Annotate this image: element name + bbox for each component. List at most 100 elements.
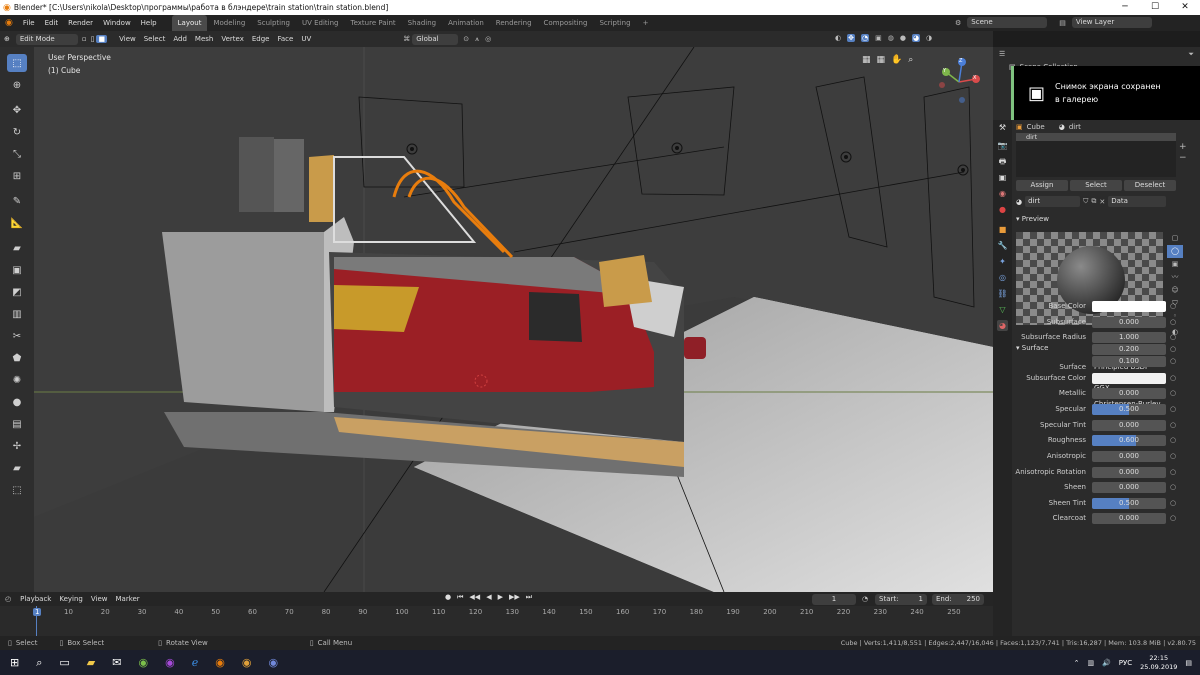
material-slot-list[interactable]: dirt — [1016, 133, 1176, 177]
poly-build-tool-icon[interactable]: ⬟ — [7, 349, 27, 367]
transform-orientation-selector[interactable]: Global — [412, 33, 459, 45]
record-icon[interactable]: ● — [445, 593, 451, 602]
tab-scripting[interactable]: Scripting — [593, 15, 636, 31]
preview-section-header[interactable]: ▾ Preview — [1012, 213, 1200, 226]
socket-link-icon[interactable]: ○ — [1170, 302, 1178, 310]
loop-cut-tool-icon[interactable]: ▥ — [7, 305, 27, 323]
edge-browser-icon[interactable]: ℯ — [192, 656, 199, 669]
scene-tab-icon[interactable]: ◉ — [997, 188, 1008, 199]
select-box-tool-icon[interactable]: ⬚ — [7, 54, 27, 72]
tool-tab-icon[interactable]: ⚒ — [997, 122, 1008, 133]
socket-link-icon[interactable]: ○ — [1170, 389, 1178, 397]
task-view-icon[interactable]: ▭ — [59, 656, 69, 669]
smooth-tool-icon[interactable]: ● — [7, 393, 27, 411]
navigation-gizmo[interactable]: X Y Z — [934, 57, 984, 107]
pivot-icon[interactable]: ⊙ — [460, 35, 472, 43]
select-button[interactable]: Select — [1070, 180, 1122, 191]
shading-material-icon[interactable]: ◕ — [911, 34, 921, 42]
socket-link-icon[interactable]: ○ — [1170, 357, 1178, 365]
material-slot-item[interactable]: dirt — [1016, 133, 1176, 141]
remove-slot-icon[interactable]: − — [1179, 153, 1187, 164]
measure-tool-icon[interactable]: 📐 — [7, 214, 27, 232]
modifiers-tab-icon[interactable]: 🔧 — [997, 240, 1008, 251]
shear-tool-icon[interactable]: ▰ — [7, 459, 27, 477]
bsdf-value-field[interactable]: 0.000 — [1092, 419, 1166, 431]
socket-link-icon[interactable]: ○ — [1170, 483, 1178, 491]
world-tab-icon[interactable]: ● — [997, 204, 1008, 215]
tab-shading[interactable]: Shading — [402, 15, 442, 31]
cursor-tool-icon[interactable]: ⊕ — [7, 76, 27, 94]
material-name-field[interactable]: dirt — [1025, 196, 1081, 207]
tab-layout[interactable]: Layout — [171, 15, 208, 31]
xray-toggle-icon[interactable]: ▣ — [875, 34, 882, 42]
menu-file[interactable]: File — [18, 15, 40, 31]
screenshot-toast[interactable]: ▣ Снимок экрана сохранен в галерею — [1011, 66, 1200, 120]
bsdf-value-field[interactable]: 0.000 — [1092, 450, 1166, 462]
tray-chevron-icon[interactable]: ⌃ — [1074, 659, 1080, 667]
shading-rendered-icon[interactable]: ◑ — [926, 34, 932, 42]
tab-animation[interactable]: Animation — [442, 15, 490, 31]
timeline-ruler[interactable]: 1 10 20 30 40 50 60 70 80 90 100 110 120 130 140 150 160… — [0, 606, 993, 636]
physics-tab-icon[interactable]: ◎ — [997, 272, 1008, 283]
shrink-fatten-tool-icon[interactable]: ✢ — [7, 437, 27, 455]
bsdf-value-field[interactable]: 0.000 — [1092, 481, 1166, 493]
shading-wireframe-icon[interactable]: ◍ — [888, 34, 894, 42]
current-frame-field[interactable]: 1 — [812, 593, 856, 605]
play-reverse-icon[interactable]: ◀ — [486, 593, 491, 602]
material-tab-icon[interactable]: ◕ — [997, 320, 1008, 331]
menu-face[interactable]: Face — [273, 31, 297, 47]
volume-icon[interactable]: 🔊 — [1102, 659, 1111, 667]
knife-tool-icon[interactable]: ✂ — [7, 327, 27, 345]
render-tab-icon[interactable]: 📷 — [997, 140, 1008, 151]
search-icon[interactable]: ⌕ — [36, 656, 42, 670]
socket-link-icon[interactable]: ○ — [1170, 436, 1178, 444]
close-button[interactable]: ✕ — [1170, 0, 1200, 15]
assign-button[interactable]: Assign — [1016, 180, 1068, 191]
timeline-menu-playback[interactable]: Playback — [16, 591, 55, 607]
add-workspace-button[interactable]: + — [637, 15, 655, 31]
notifications-icon[interactable]: ▤ — [1185, 659, 1192, 667]
menu-uv[interactable]: UV — [297, 31, 315, 47]
menu-render[interactable]: Render — [63, 15, 98, 31]
socket-link-icon[interactable]: ○ — [1170, 421, 1178, 429]
preview-hair-icon[interactable]: 〰 — [1167, 271, 1183, 284]
shading-solid-icon[interactable]: ● — [900, 34, 906, 42]
fake-user-icon[interactable]: ⛉ — [1083, 197, 1088, 206]
start-frame-field[interactable]: Start: 1 — [875, 593, 927, 605]
clock[interactable]: 22:15 25.09.2019 — [1140, 654, 1177, 672]
view-layer-selector[interactable]: View Layer — [1071, 17, 1152, 28]
socket-link-icon[interactable]: ○ — [1170, 405, 1178, 413]
3d-viewport[interactable]: User Perspective (1) Cube ▦ ▦ ✋ ⌕ X Y Z — [34, 47, 993, 592]
timeline-editor-icon[interactable]: ◴ — [0, 595, 16, 603]
proportional-edit-icon[interactable]: ◎ — [482, 35, 494, 43]
view-layer-tab-icon[interactable]: ▣ — [997, 172, 1008, 183]
tab-compositing[interactable]: Compositing — [538, 15, 594, 31]
snap-icon[interactable]: ⩚ — [472, 35, 482, 44]
bsdf-value-field[interactable]: 0.000 — [1092, 316, 1166, 328]
menu-edge[interactable]: Edge — [248, 31, 274, 47]
pan-hand-icon[interactable]: ✋ — [891, 55, 902, 65]
timeline-menu-view[interactable]: View — [87, 591, 112, 607]
utorrent-icon[interactable]: ◉ — [138, 656, 148, 669]
socket-link-icon[interactable]: ○ — [1170, 452, 1178, 460]
bsdf-value-field[interactable] — [1092, 300, 1166, 312]
overlays-toggle-icon[interactable]: ◔ — [860, 34, 870, 42]
chrome-icon[interactable]: ◉ — [242, 656, 252, 669]
menu-select[interactable]: Select — [140, 31, 170, 47]
network-icon[interactable]: ▥ — [1087, 659, 1094, 667]
file-explorer-icon[interactable]: ▰ — [87, 656, 95, 669]
view-object-types-icon[interactable]: ◐ — [835, 34, 841, 42]
tab-texture-paint[interactable]: Texture Paint — [345, 15, 402, 31]
move-tool-icon[interactable]: ✥ — [7, 101, 27, 119]
tab-rendering[interactable]: Rendering — [490, 15, 538, 31]
rip-region-tool-icon[interactable]: ⬚ — [7, 481, 27, 499]
blender-menu-icon[interactable]: ◉ — [0, 18, 18, 28]
bsdf-value-field[interactable] — [1092, 372, 1166, 384]
prev-keyframe-icon[interactable]: ◀◀ — [469, 593, 480, 602]
editor-type-icon[interactable]: ⊕ — [0, 31, 14, 47]
scene-selector[interactable]: Scene — [967, 17, 1048, 28]
menu-add[interactable]: Add — [169, 31, 191, 47]
bsdf-value-field[interactable]: 0.500 — [1092, 403, 1166, 415]
bsdf-value-field[interactable]: 0.000 — [1092, 466, 1166, 478]
jump-start-icon[interactable]: ⏮ — [457, 593, 463, 602]
